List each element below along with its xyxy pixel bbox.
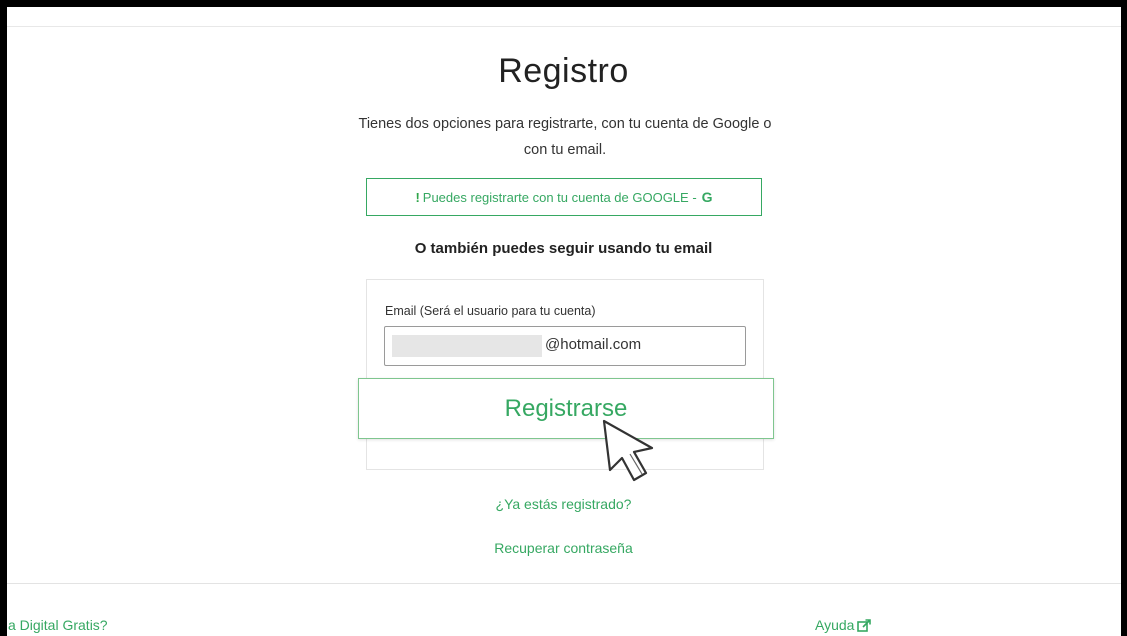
register-button[interactable]: Registrarse (358, 378, 774, 439)
page-subtitle: Tienes dos opciones para registrarte, co… (358, 116, 772, 158)
google-icon: G (701, 189, 713, 205)
email-field-label: Email (Será el usuario para tu cuenta) (385, 304, 596, 318)
exclamation-icon: ! (415, 189, 420, 205)
email-redacted-part (392, 335, 542, 357)
google-register-label: Puedes registrarte con tu cuenta de GOOG… (422, 189, 697, 205)
top-divider (7, 26, 1121, 27)
email-field-value: @hotmail.com (545, 336, 642, 353)
footer-divider (7, 583, 1121, 584)
help-link[interactable]: Ayuda (815, 617, 872, 633)
mouse-pointer-icon (602, 419, 654, 482)
help-label: Ayuda (815, 617, 855, 633)
footer-link[interactable]: a Digital Gratis? (8, 617, 108, 633)
email-option-heading: O también puedes seguir usando tu email (414, 240, 713, 257)
page-title: Registro (498, 52, 629, 90)
external-link-icon (857, 618, 872, 632)
already-registered-link[interactable]: ¿Ya estás registrado? (0, 496, 1127, 512)
window-frame-top (0, 0, 1127, 7)
recover-password-link[interactable]: Recuperar contraseña (0, 540, 1127, 556)
google-register-button[interactable]: ! Puedes registrarte con tu cuenta de GO… (366, 178, 762, 216)
